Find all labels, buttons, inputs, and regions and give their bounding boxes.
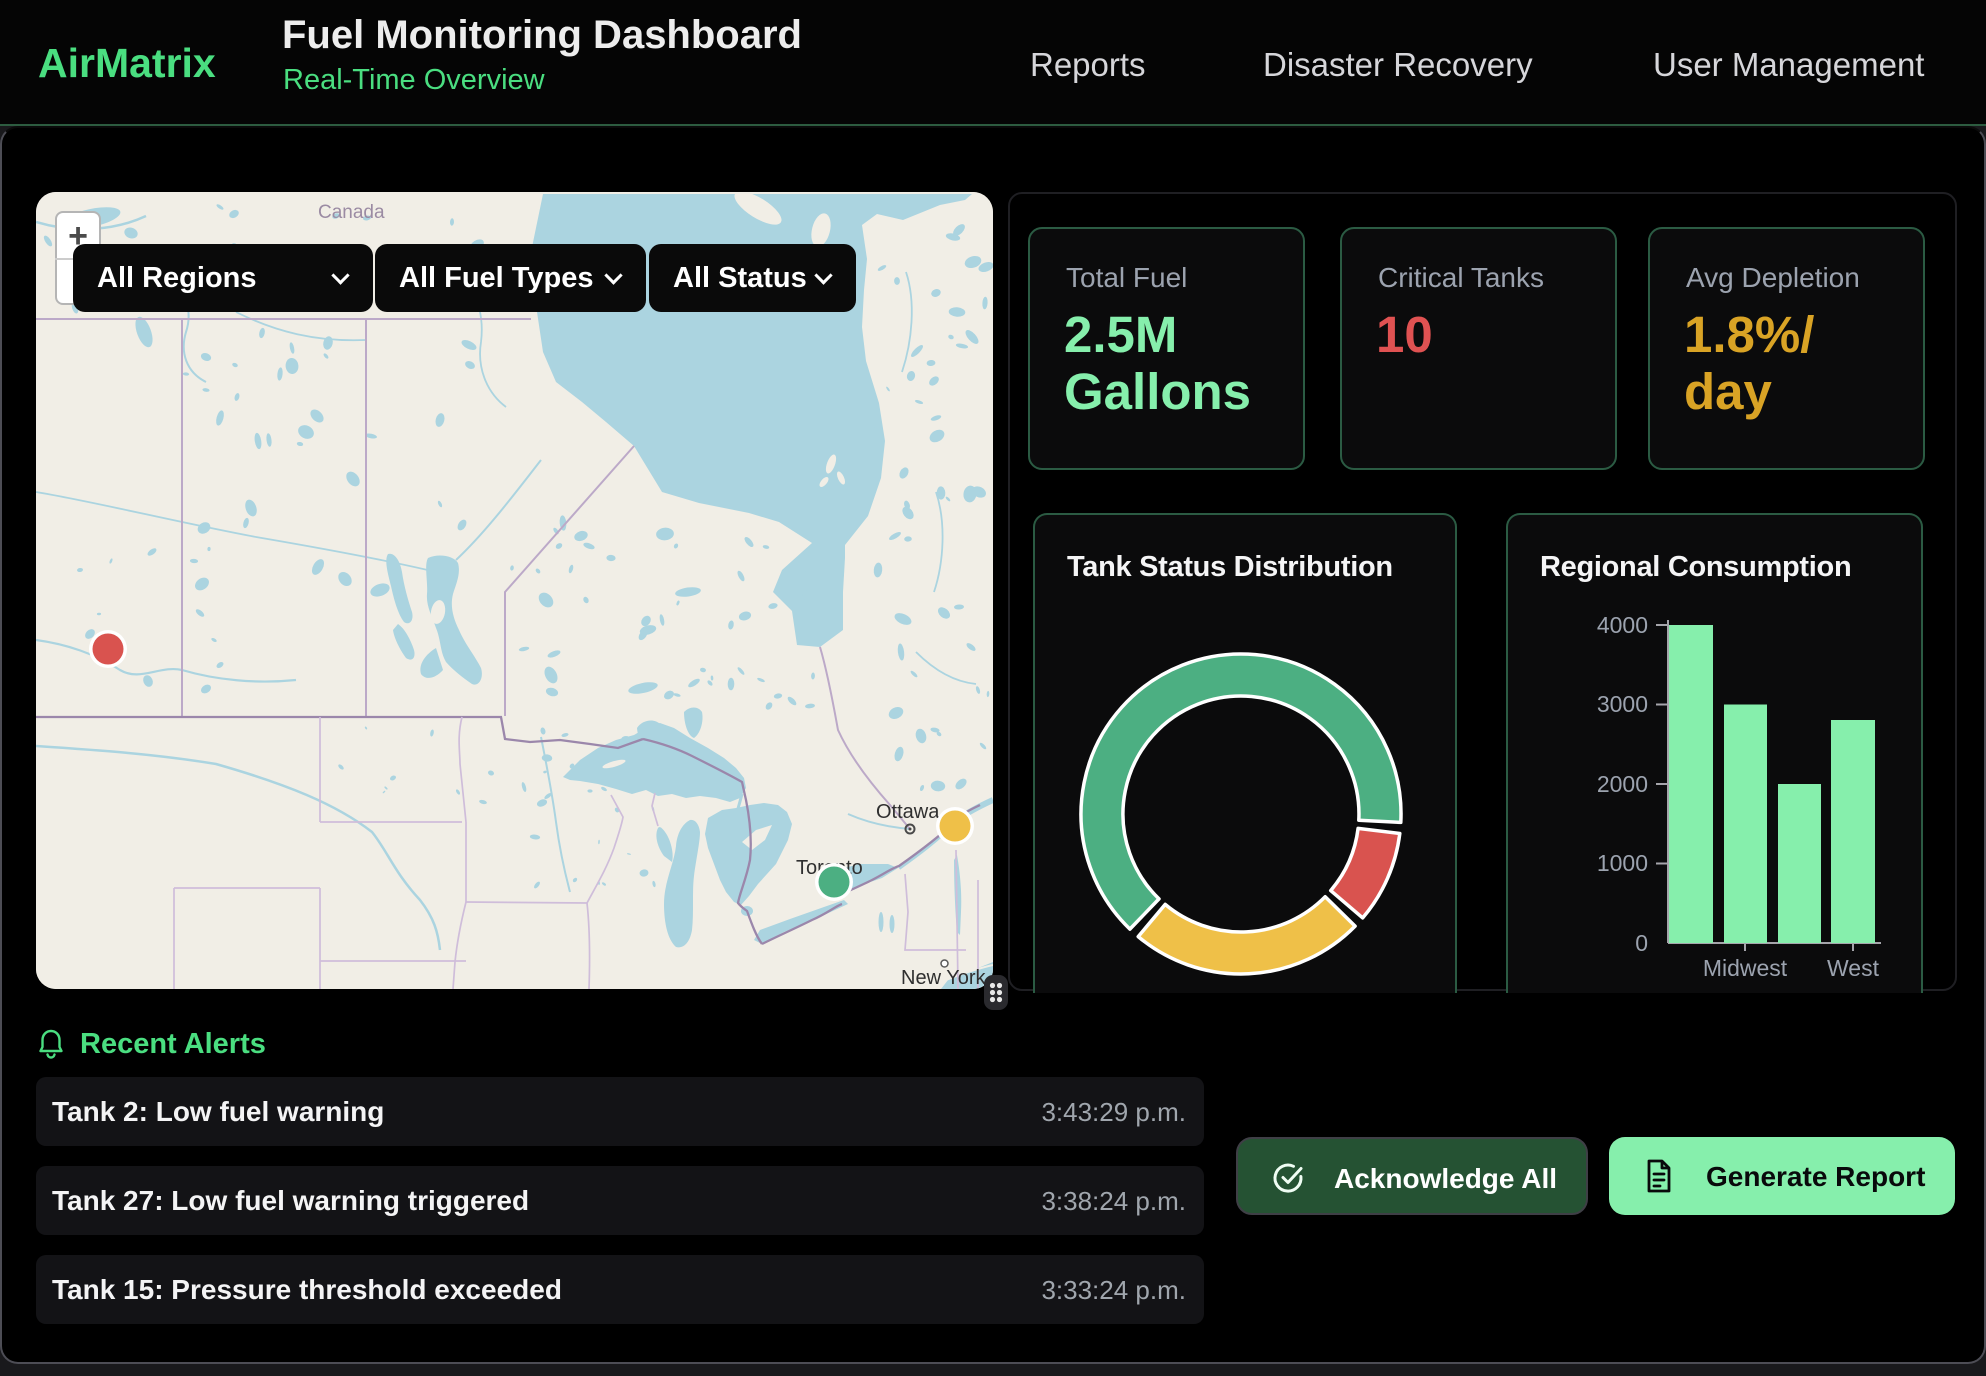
svg-text:0: 0 [1635,930,1648,956]
svg-text:3000: 3000 [1597,691,1648,717]
svg-text:Ottawa: Ottawa [876,801,940,823]
svg-text:1000: 1000 [1597,850,1648,876]
svg-text:West: West [1827,955,1880,981]
svg-text:Midwest: Midwest [1703,955,1788,981]
svg-text:4000: 4000 [1597,612,1648,638]
svg-text:Canada: Canada [318,202,385,223]
svg-text:New York: New York [901,967,986,989]
svg-text:2000: 2000 [1597,771,1648,797]
